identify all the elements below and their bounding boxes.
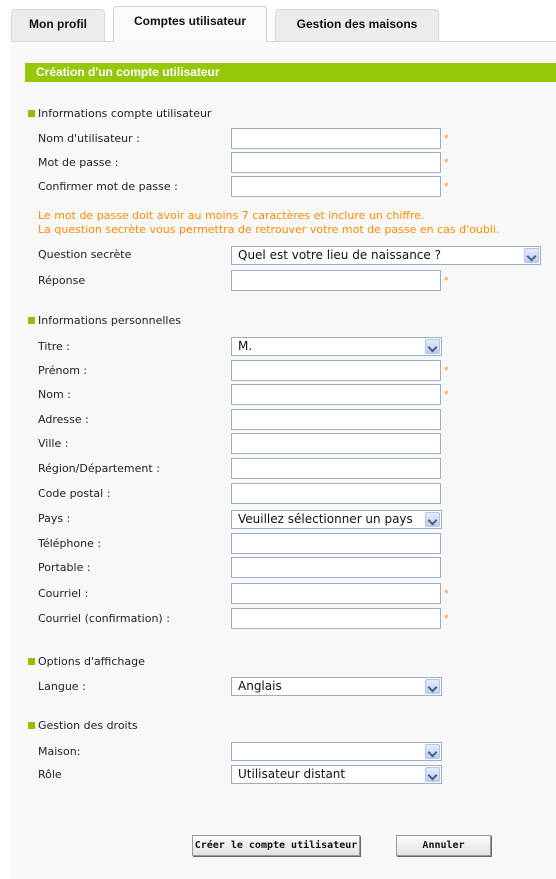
address-input[interactable] — [231, 409, 441, 430]
section-account-header: Informations compte utilisateur — [28, 107, 211, 121]
country-value: Veuillez sélectionner un pays — [238, 512, 413, 526]
required-marker: * — [444, 134, 449, 144]
confirm-password-label: Confirmer mot de passe : — [38, 180, 178, 193]
password-notice-line2: La question secrète vous permettra de re… — [38, 223, 500, 236]
required-marker: * — [444, 158, 449, 168]
tab-comptes-utilisateur[interactable]: Comptes utilisateur — [113, 6, 267, 42]
required-marker: * — [444, 390, 449, 400]
language-label: Langue : — [38, 680, 86, 693]
lastname-input[interactable] — [231, 384, 441, 405]
confirm-password-input[interactable] — [231, 176, 441, 197]
chevron-down-icon[interactable] — [425, 767, 440, 782]
section-bullet-icon — [28, 317, 35, 324]
password-notice-line1: Le mot de passe doit avoir au moins 7 ca… — [38, 209, 425, 222]
required-marker: * — [444, 276, 449, 286]
tab-label: Mon profil — [29, 17, 87, 31]
language-value: Anglais — [238, 679, 282, 693]
section-display-header: Options d'affichage — [28, 655, 145, 669]
lastname-label: Nom : — [38, 388, 71, 401]
answer-input[interactable] — [231, 270, 441, 291]
required-marker: * — [444, 614, 449, 624]
cancel-button[interactable]: Annuler — [396, 835, 491, 856]
username-label: Nom d'utilisateur : — [38, 132, 140, 145]
email-confirm-label: Courriel (confirmation) : — [38, 612, 170, 625]
firstname-input[interactable] — [231, 360, 441, 381]
chevron-down-icon[interactable] — [425, 512, 440, 527]
password-input[interactable] — [231, 152, 441, 173]
secret-question-value: Quel est votre lieu de naissance ? — [238, 248, 441, 262]
phone-label: Téléphone : — [38, 537, 102, 550]
phone-input[interactable] — [231, 533, 441, 554]
city-input[interactable] — [231, 433, 441, 454]
house-label: Maison: — [38, 745, 81, 758]
title-value: M. — [238, 339, 253, 353]
country-label: Pays : — [38, 512, 71, 525]
username-input[interactable] — [231, 128, 441, 149]
postal-code-label: Code postal : — [38, 487, 111, 500]
title-label: Titre : — [38, 340, 71, 353]
tab-label: Gestion des maisons — [296, 17, 418, 31]
tab-gestion-des-maisons[interactable]: Gestion des maisons — [275, 9, 439, 41]
panel-title: Création d'un compte utilisateur — [25, 63, 556, 82]
address-label: Adresse : — [38, 413, 89, 426]
create-account-button[interactable]: Créer le compte utilisateur — [192, 835, 360, 856]
secret-question-label: Question secrète — [38, 248, 132, 261]
section-title: Informations personnelles — [38, 314, 181, 327]
section-bullet-icon — [28, 722, 35, 729]
section-title: Gestion des droits — [38, 719, 138, 732]
required-marker: * — [444, 589, 449, 599]
city-label: Ville : — [38, 437, 69, 450]
section-personal-header: Informations personnelles — [28, 314, 181, 328]
mobile-input[interactable] — [231, 557, 441, 578]
section-bullet-icon — [28, 658, 35, 665]
language-select[interactable]: Anglais — [231, 677, 442, 696]
tab-label: Comptes utilisateur — [133, 14, 247, 28]
house-select[interactable] — [231, 742, 442, 761]
password-label: Mot de passe : — [38, 156, 119, 169]
country-select[interactable]: Veuillez sélectionner un pays — [231, 510, 442, 529]
role-value: Utilisateur distant — [238, 767, 346, 781]
secret-question-select[interactable]: Quel est votre lieu de naissance ? — [231, 246, 541, 265]
section-title: Informations compte utilisateur — [38, 107, 212, 120]
mobile-label: Portable : — [38, 561, 91, 574]
title-select[interactable]: M. — [231, 337, 442, 356]
chevron-down-icon[interactable] — [425, 339, 440, 354]
region-input[interactable] — [231, 458, 441, 479]
required-marker: * — [444, 182, 449, 192]
email-confirm-input[interactable] — [231, 608, 441, 629]
role-select[interactable]: Utilisateur distant — [231, 765, 442, 784]
email-input[interactable] — [231, 583, 441, 604]
firstname-label: Prénom : — [38, 364, 88, 377]
section-bullet-icon — [28, 110, 35, 117]
postal-code-input[interactable] — [231, 483, 441, 504]
required-marker: * — [444, 366, 449, 376]
email-label: Courriel : — [38, 587, 89, 600]
tab-mon-profil[interactable]: Mon profil — [11, 9, 105, 41]
chevron-down-icon[interactable] — [425, 679, 440, 694]
role-label: Rôle — [38, 768, 62, 781]
section-rights-header: Gestion des droits — [28, 719, 138, 733]
section-title: Options d'affichage — [38, 655, 145, 668]
form-panel: Création d'un compte utilisateur Informa… — [11, 41, 556, 879]
region-label: Région/Département : — [38, 462, 160, 475]
answer-label: Réponse — [38, 274, 86, 287]
chevron-down-icon[interactable] — [524, 248, 539, 263]
chevron-down-icon[interactable] — [425, 744, 440, 759]
